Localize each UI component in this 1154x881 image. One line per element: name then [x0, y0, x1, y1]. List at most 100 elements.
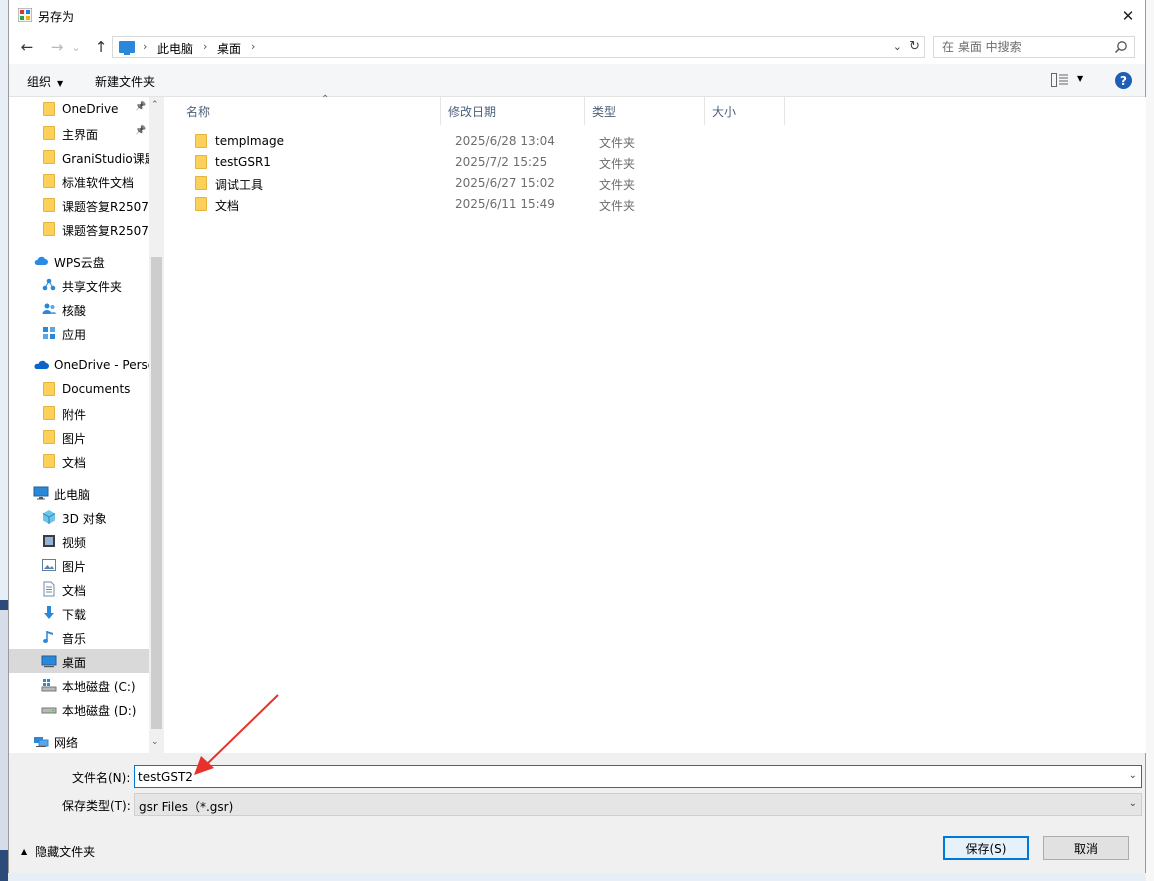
sidebar-item[interactable]: 本地磁盘 (D:) [9, 697, 149, 721]
hide-folders-toggle[interactable]: ▲ 隐藏文件夹 [21, 843, 95, 860]
sidebar-item[interactable]: 附件 [9, 401, 149, 425]
folder-icon [41, 125, 57, 141]
cancel-button[interactable]: 取消 [1043, 836, 1129, 860]
address-bar[interactable]: › 此电脑 › 桌面 › ⌄ ↻ [112, 36, 925, 58]
column-header-name[interactable]: 名称 ⌃ [179, 94, 441, 125]
sidebar-item-label: WPS云盘 [54, 256, 105, 270]
sidebar-item[interactable]: 此电脑 [9, 481, 149, 505]
navigation-bar: ← → ⌄ ↑ › 此电脑 › 桌面 › ⌄ ↻ [9, 31, 1145, 64]
sidebar-item-label: 课题答复R25070 [62, 200, 149, 214]
organize-label: 组织 [27, 75, 52, 89]
title-bar[interactable]: 另存为 ✕ [9, 0, 1145, 31]
filename-combobox: ⌄ [134, 765, 1142, 788]
filename-input[interactable] [135, 766, 1119, 787]
computer-icon [119, 41, 135, 55]
file-row[interactable]: 调试工具 2025/6/27 15:02 文件夹 [164, 173, 764, 194]
sidebar-item[interactable]: WPS云盘 [9, 249, 149, 273]
sidebar-item[interactable]: GraniStudio课题 [9, 145, 149, 169]
sidebar-item[interactable]: 课题答复R25070 [9, 217, 149, 241]
scroll-down-icon[interactable]: ⌄ [151, 737, 159, 747]
sidebar-item[interactable]: 核酸 [9, 297, 149, 321]
save-button[interactable]: 保存(S) [943, 836, 1029, 860]
sidebar-item-label: 核酸 [62, 304, 87, 318]
sidebar-item[interactable]: 本地磁盘 (C:) [9, 673, 149, 697]
chevron-down-icon[interactable]: ⌄ [1129, 770, 1137, 781]
file-name: testGSR1 [215, 155, 271, 169]
sidebar-item[interactable]: 网络 [9, 729, 149, 753]
refresh-icon[interactable]: ↻ [909, 39, 920, 54]
scrollbar-thumb[interactable] [151, 257, 162, 729]
sidebar-item[interactable]: 应用 [9, 321, 149, 345]
file-row[interactable]: tempImage 2025/6/28 13:04 文件夹 [164, 131, 764, 152]
background-mark [0, 600, 8, 610]
column-header-type[interactable]: 类型 [585, 97, 705, 125]
app-icon [18, 8, 32, 22]
file-row[interactable]: testGSR1 2025/7/2 15:25 文件夹 [164, 152, 764, 173]
sidebar-item[interactable]: 下载 [9, 601, 149, 625]
sidebar-item[interactable]: 课题答复R25070 [9, 193, 149, 217]
folder-icon [41, 197, 57, 213]
caret-down-icon: ▼ [57, 79, 64, 88]
sidebar-scrollbar[interactable]: ⌃ ⌄ [149, 97, 164, 753]
sidebar-item[interactable]: 主界面 📌 [9, 121, 149, 145]
sidebar-item-label: 文档 [62, 584, 87, 598]
sidebar-item[interactable]: 桌面 [9, 649, 149, 673]
sidebar-item[interactable]: 标准软件文档 [9, 169, 149, 193]
column-header-date[interactable]: 修改日期 [441, 97, 585, 125]
breadcrumb-this-pc[interactable]: 此电脑 [157, 40, 193, 57]
folder-icon [194, 155, 208, 169]
sidebar-item[interactable]: OneDrive - Personal [9, 353, 149, 377]
sidebar-item[interactable]: 图片 [9, 553, 149, 577]
scroll-up-icon[interactable]: ⌃ [151, 100, 159, 110]
sidebar-item[interactable]: 音乐 [9, 625, 149, 649]
up-button[interactable]: ↑ [91, 37, 111, 57]
sidebar-item[interactable]: 文档 [9, 577, 149, 601]
address-dropdown-icon[interactable]: ⌄ [893, 40, 902, 53]
file-date: 2025/7/2 15:25 [455, 155, 548, 169]
close-icon: ✕ [1121, 6, 1135, 25]
sidebar-item[interactable]: 文档 [9, 449, 149, 473]
search-input[interactable] [934, 37, 1112, 57]
sidebar-item[interactable]: OneDrive 📌 [9, 97, 149, 121]
forward-button[interactable]: → [47, 37, 67, 57]
sidebar-item-label: 音乐 [62, 632, 87, 646]
new-folder-button[interactable]: 新建文件夹 [95, 73, 155, 90]
folder-icon [41, 101, 57, 117]
command-toolbar: 组织 ▼ 新建文件夹 ▼ ? [9, 64, 1145, 97]
sidebar-item-label: OneDrive [62, 102, 119, 116]
breadcrumb-desktop[interactable]: 桌面 [217, 40, 241, 57]
filetype-select[interactable]: gsr Files（*.gsr) ⌄ [134, 793, 1142, 816]
apps-icon [41, 325, 57, 341]
view-options-icon[interactable] [1051, 73, 1069, 87]
sidebar-item-label: 视频 [62, 536, 87, 550]
folder-icon [41, 173, 57, 189]
back-button[interactable]: ← [17, 37, 37, 57]
sidebar-item-label: 本地磁盘 (C:) [62, 680, 136, 694]
file-name: 调试工具 [215, 178, 264, 192]
folder-icon [194, 197, 208, 211]
organize-button[interactable]: 组织 ▼ [27, 73, 63, 90]
up-arrow-icon: ↑ [94, 38, 108, 56]
caret-down-icon[interactable]: ▼ [1077, 74, 1083, 83]
search-icon[interactable] [1114, 40, 1128, 54]
music-icon [41, 629, 57, 645]
filetype-label: 保存类型(T): [62, 799, 131, 813]
sidebar-item-label: 3D 对象 [62, 512, 107, 526]
share-icon [41, 277, 57, 293]
sidebar-item-label: 标准软件文档 [62, 176, 135, 190]
drive-c-icon [41, 677, 57, 693]
help-icon[interactable]: ? [1115, 72, 1132, 89]
file-row[interactable]: 文档 2025/6/11 15:49 文件夹 [164, 194, 764, 215]
sidebar-item[interactable]: 3D 对象 [9, 505, 149, 529]
sidebar-item[interactable]: 共享文件夹 [9, 273, 149, 297]
recent-locations-button[interactable]: ⌄ [69, 37, 83, 57]
cloud-icon [33, 253, 49, 269]
close-button[interactable]: ✕ [1111, 0, 1145, 31]
pin-icon: 📌 [135, 126, 147, 136]
sidebar-item[interactable]: 视频 [9, 529, 149, 553]
sidebar-item[interactable]: Documents [9, 377, 149, 401]
sidebar-item-label: 共享文件夹 [62, 280, 123, 294]
breadcrumb-separator: › [251, 40, 256, 53]
sidebar-item[interactable]: 图片 [9, 425, 149, 449]
column-header-size[interactable]: 大小 [705, 97, 785, 125]
